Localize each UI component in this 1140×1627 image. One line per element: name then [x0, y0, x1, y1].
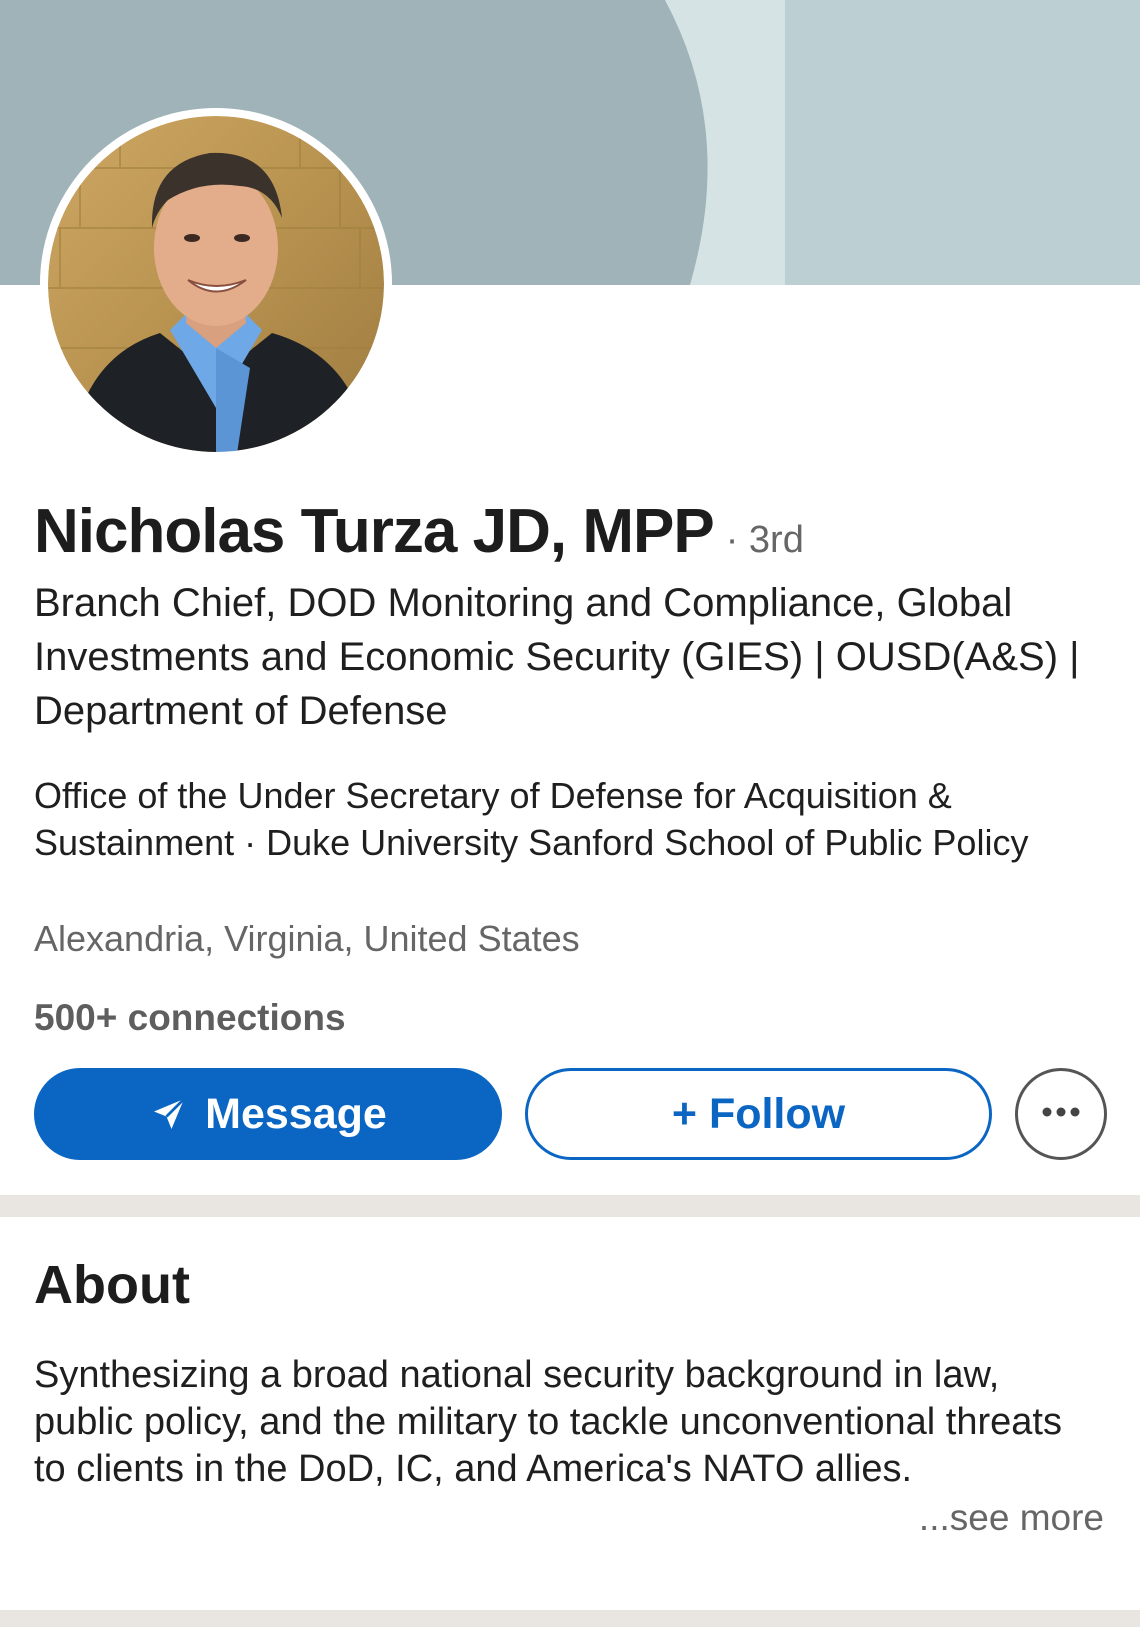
send-icon: [149, 1094, 189, 1134]
follow-button-label: + Follow: [671, 1089, 846, 1138]
more-actions-button[interactable]: [1015, 1068, 1107, 1160]
connections-count[interactable]: 500+ connections: [34, 997, 346, 1039]
section-divider: [0, 1610, 1140, 1627]
profile-headline: Branch Chief, DOD Monitoring and Complia…: [34, 581, 1080, 733]
profile-location: Alexandria, Virginia, United States: [34, 918, 580, 959]
section-divider: [0, 1195, 1140, 1217]
about-text: Synthesizing a broad national security b…: [34, 1354, 1062, 1490]
see-more-link[interactable]: ...see more: [919, 1497, 1104, 1539]
follow-button[interactable]: + Follow: [525, 1068, 992, 1160]
profile-name: Nicholas Turza JD, MPP: [34, 497, 715, 566]
about-section-title: About: [34, 1255, 190, 1315]
connection-degree: · 3rd: [725, 519, 804, 561]
more-horizontal-icon: [1041, 1105, 1081, 1123]
profile-avatar[interactable]: [40, 108, 392, 460]
profile-affiliation[interactable]: Office of the Under Secretary of Defense…: [34, 772, 1114, 866]
message-button[interactable]: Message: [34, 1068, 502, 1160]
message-button-label: Message: [205, 1089, 387, 1138]
profile-name-row: Nicholas Turza JD, MPP · 3rd: [34, 496, 804, 567]
profile-page: Nicholas Turza JD, MPP · 3rd Branch Chie…: [0, 0, 1140, 1627]
